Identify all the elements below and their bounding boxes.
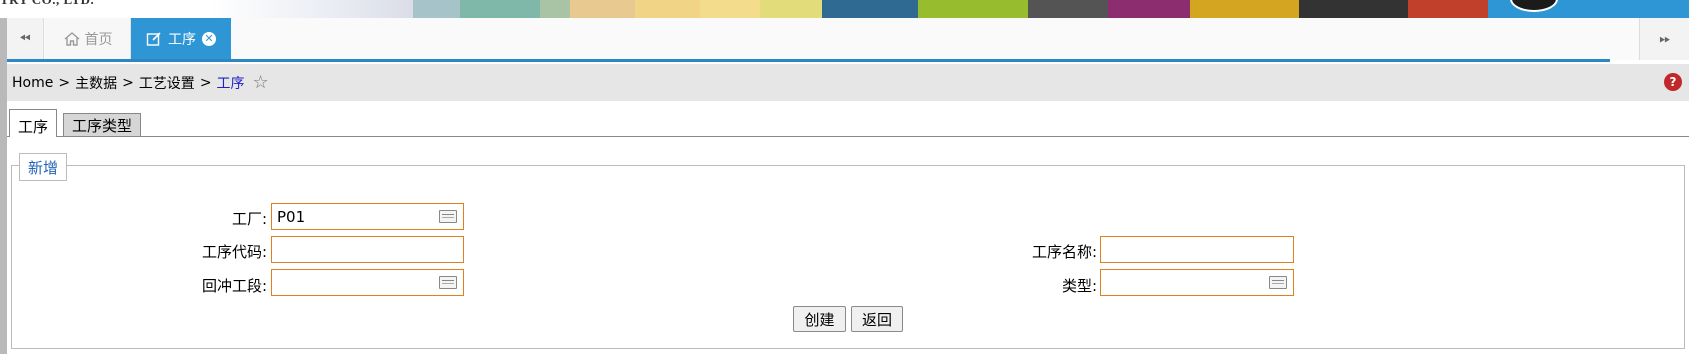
back-button[interactable]: 返回 — [851, 306, 903, 332]
op-code-field[interactable] — [271, 236, 464, 263]
breadcrumb-separator: > — [199, 74, 212, 91]
backflush-label: 回冲工段: — [201, 277, 267, 295]
type-label: 类型: — [1061, 277, 1097, 295]
tab-process-form[interactable]: 工序 — [9, 109, 57, 137]
plant-value: P01 — [277, 207, 306, 226]
op-name-field[interactable] — [1100, 236, 1294, 263]
breadcrumb-current: 工序 — [216, 75, 245, 92]
home-icon — [64, 32, 79, 46]
banner-color-swatch — [1299, 0, 1408, 18]
breadcrumb: Home > 主数据 > 工艺设置 > 工序 ☆ ? — [7, 64, 1689, 101]
tab-process[interactable]: 工序 ✕ — [131, 18, 231, 60]
banner-color-swatch — [570, 0, 635, 18]
banner-color-swatch — [635, 0, 700, 18]
tab-bar: ⏪︎ 首页 工序 ✕ ⏩︎ — [7, 18, 1689, 62]
scroll-tabs-right-button[interactable]: ⏩︎ — [1639, 18, 1689, 60]
breadcrumb-separator: > — [58, 74, 71, 91]
banner-color-swatch — [1028, 0, 1108, 18]
left-border-strip — [0, 18, 7, 354]
edit-icon — [146, 32, 161, 46]
breadcrumb-separator: > — [122, 74, 134, 91]
tab-bar-underline — [7, 59, 1610, 62]
double-chevron-left-icon: ⏪︎ — [19, 31, 31, 47]
tab-process-type[interactable]: 工序类型 — [63, 113, 141, 136]
banner-color-swatch — [1190, 0, 1299, 18]
op-code-label: 工序代码: — [201, 243, 267, 261]
form-tabs: 工序 工序类型 — [7, 103, 1689, 137]
star-outline-icon[interactable]: ☆ — [253, 72, 269, 93]
double-chevron-right-icon: ⏩︎ — [1659, 31, 1671, 47]
banner-color-swatch — [540, 0, 570, 18]
company-name: TRY CO., LTD. — [0, 0, 94, 8]
banner-color-swatch — [413, 0, 460, 18]
lookup-icon[interactable] — [1269, 276, 1287, 289]
banner-color-swatch — [1408, 0, 1488, 18]
question-icon[interactable]: ? — [1664, 73, 1682, 91]
backflush-field[interactable] — [271, 269, 464, 296]
banner-color-swatch — [918, 0, 1028, 18]
plant-label: 工厂: — [231, 210, 267, 228]
banner-color-swatch — [760, 0, 822, 18]
create-button[interactable]: 创建 — [793, 306, 846, 332]
breadcrumb-master-data[interactable]: 主数据 — [75, 73, 117, 93]
tab-home[interactable]: 首页 — [45, 18, 131, 60]
banner-color-swatch — [822, 0, 918, 18]
breadcrumb-process-settings[interactable]: 工艺设置 — [139, 73, 195, 93]
scroll-tabs-left-button[interactable]: ⏪︎ — [7, 18, 44, 60]
tab-home-label: 首页 — [84, 32, 113, 48]
lookup-icon[interactable] — [439, 276, 457, 289]
plant-field[interactable]: P01 — [271, 203, 464, 230]
banner-color-swatch — [700, 0, 760, 18]
tab-process-label: 工序 — [168, 32, 196, 48]
breadcrumb-home[interactable]: Home — [12, 75, 53, 91]
lookup-icon[interactable] — [439, 210, 457, 223]
banner-color-swatch — [460, 0, 540, 18]
form-tabs-baseline — [7, 136, 1689, 137]
type-field[interactable] — [1100, 269, 1294, 296]
close-tab-icon[interactable]: ✕ — [202, 32, 216, 46]
banner-color-swatch — [1108, 0, 1190, 18]
fieldset-legend: 新增 — [19, 153, 67, 181]
op-name-label: 工序名称: — [1031, 243, 1097, 261]
top-banner: TRY CO., LTD. — [0, 0, 1689, 18]
